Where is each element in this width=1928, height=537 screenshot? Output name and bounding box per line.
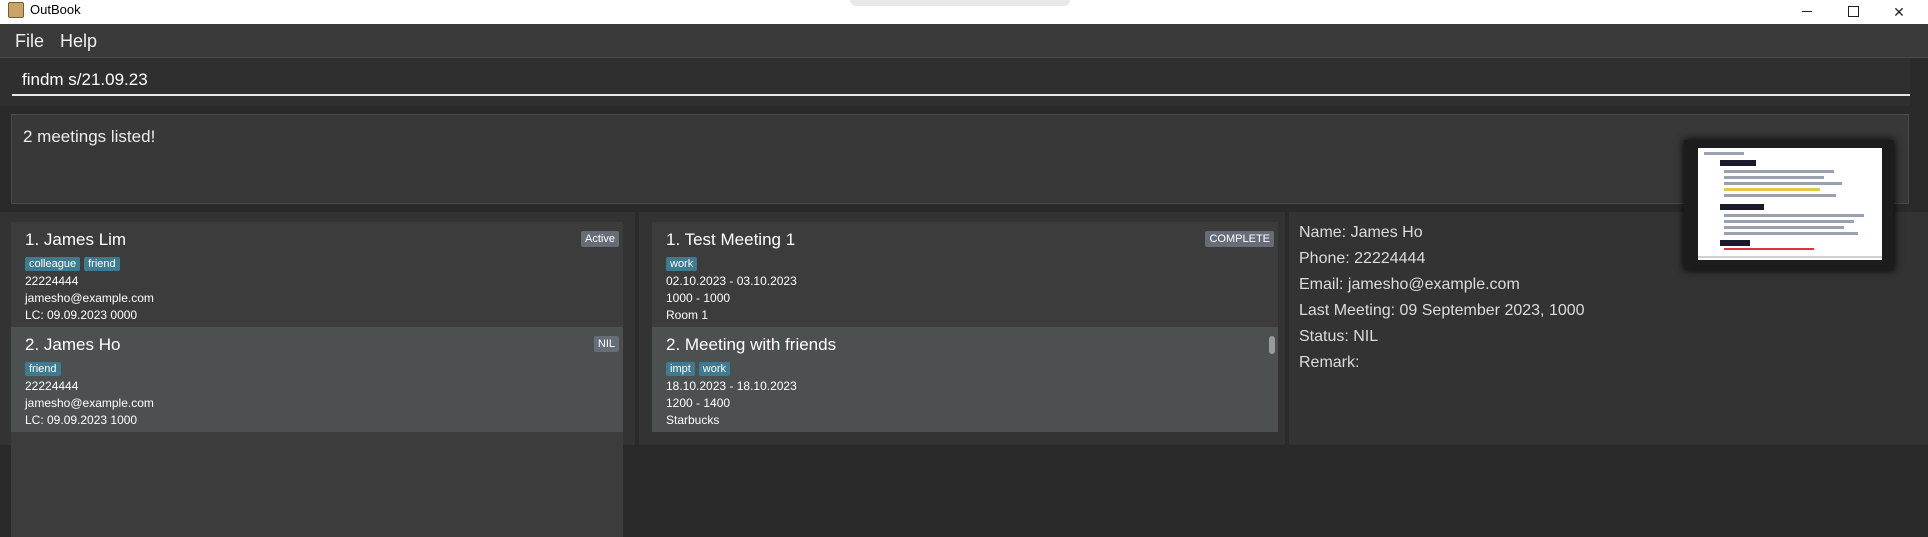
meeting-times: 1000 - 1000 — [666, 291, 731, 305]
meeting-title: 1. Test Meeting 1 — [666, 230, 796, 249]
meeting-dates: 18.10.2023 - 18.10.2023 — [666, 379, 797, 393]
person-card[interactable]: 1. James Lim Active colleague friend 2222… — [11, 222, 623, 327]
meeting-card[interactable]: 2. Meeting with friends impt work 18.10.2… — [652, 327, 1278, 432]
meeting-list-scrollbar[interactable] — [1269, 336, 1275, 354]
person-email: jamesho@example.com — [25, 291, 154, 305]
preview-line — [1724, 220, 1854, 223]
close-icon: ✕ — [1893, 4, 1905, 20]
preview-line — [1724, 232, 1858, 235]
tag: work — [698, 362, 731, 376]
person-card[interactable]: 2. James Ho NIL friend 22224444 jamesho@… — [11, 327, 623, 432]
preview-line — [1720, 204, 1764, 210]
preview-line — [1724, 214, 1864, 217]
preview-line — [1720, 160, 1756, 166]
preview-line — [1720, 240, 1750, 246]
tag: friend — [84, 257, 120, 271]
result-message: 2 meetings listed! — [23, 127, 156, 146]
menu-bar: File Help — [0, 24, 1928, 58]
command-box — [0, 58, 1910, 106]
preview-line — [1724, 182, 1842, 185]
meeting-list-panel: 1. Test Meeting 1 COMPLETE work 02.10.20… — [635, 212, 1285, 445]
person-name: 1. James Lim — [25, 230, 127, 249]
person-card-partial[interactable] — [11, 432, 623, 537]
detail-phone: Phone: 22224444 — [1299, 250, 1426, 267]
detail-remark: Remark: — [1299, 354, 1360, 371]
tag-list: friend — [25, 359, 65, 376]
preview-line — [1724, 248, 1814, 250]
detail-email: Email: jamesho@example.com — [1299, 276, 1520, 293]
tag-list: work — [666, 254, 701, 271]
app-icon — [8, 2, 24, 18]
preview-line — [1698, 256, 1882, 258]
result-display: 2 meetings listed! — [11, 114, 1909, 270]
person-last-contacted: LC: 09.09.2023 0000 — [25, 308, 138, 322]
meeting-location: Room 1 — [666, 308, 709, 322]
detail-status: Status: NIL — [1299, 328, 1379, 345]
command-input[interactable] — [12, 66, 1910, 96]
menu-file[interactable]: File — [15, 31, 44, 52]
meeting-status-badge: COMPLETE — [1205, 231, 1274, 247]
status-badge: Active — [581, 231, 619, 247]
person-list-panel: 1. James Lim Active colleague friend 2222… — [0, 212, 635, 537]
preview-line — [1724, 188, 1820, 191]
preview-line — [1724, 170, 1834, 173]
maximize-button[interactable] — [1830, 0, 1876, 24]
detail-name: Name: James Ho — [1299, 224, 1423, 241]
tag: work — [666, 257, 698, 271]
detail-last-meeting: Last Meeting: 09 September 2023, 1000 — [1299, 302, 1585, 319]
snap-layout-hint — [850, 0, 1070, 6]
preview-line — [1704, 152, 1744, 155]
meeting-times: 1200 - 1400 — [666, 396, 731, 410]
preview-line — [1724, 226, 1844, 229]
minimize-button[interactable] — [1784, 0, 1830, 24]
close-button[interactable]: ✕ — [1876, 0, 1922, 24]
document-preview-thumbnail[interactable] — [1684, 140, 1894, 270]
preview-line — [1724, 194, 1836, 197]
tag-list: impt work — [666, 359, 734, 376]
title-bar: OutBook ✕ — [0, 0, 1928, 24]
person-phone: 22224444 — [25, 274, 79, 288]
tag-list: colleague friend — [25, 254, 124, 271]
person-last-contacted: LC: 09.09.2023 1000 — [25, 413, 138, 427]
preview-page — [1698, 148, 1882, 260]
meeting-dates: 02.10.2023 - 03.10.2023 — [666, 274, 797, 288]
menu-help[interactable]: Help — [60, 31, 97, 52]
maximize-icon — [1848, 6, 1859, 17]
person-phone: 22224444 — [25, 379, 79, 393]
person-name: 2. James Ho — [25, 335, 121, 354]
tag: colleague — [25, 257, 81, 271]
tag: impt — [666, 362, 695, 376]
preview-line — [1724, 176, 1824, 179]
status-badge: NIL — [593, 336, 619, 352]
minimize-icon — [1802, 11, 1812, 12]
tag: friend — [25, 362, 61, 376]
main-panels: 1. James Lim Active colleague friend 2222… — [0, 212, 1928, 537]
person-email: jamesho@example.com — [25, 396, 154, 410]
meeting-title: 2. Meeting with friends — [666, 335, 837, 354]
meeting-card[interactable]: 1. Test Meeting 1 COMPLETE work 02.10.20… — [652, 222, 1278, 327]
window-title: OutBook — [30, 2, 81, 17]
meeting-location: Starbucks — [666, 413, 720, 427]
